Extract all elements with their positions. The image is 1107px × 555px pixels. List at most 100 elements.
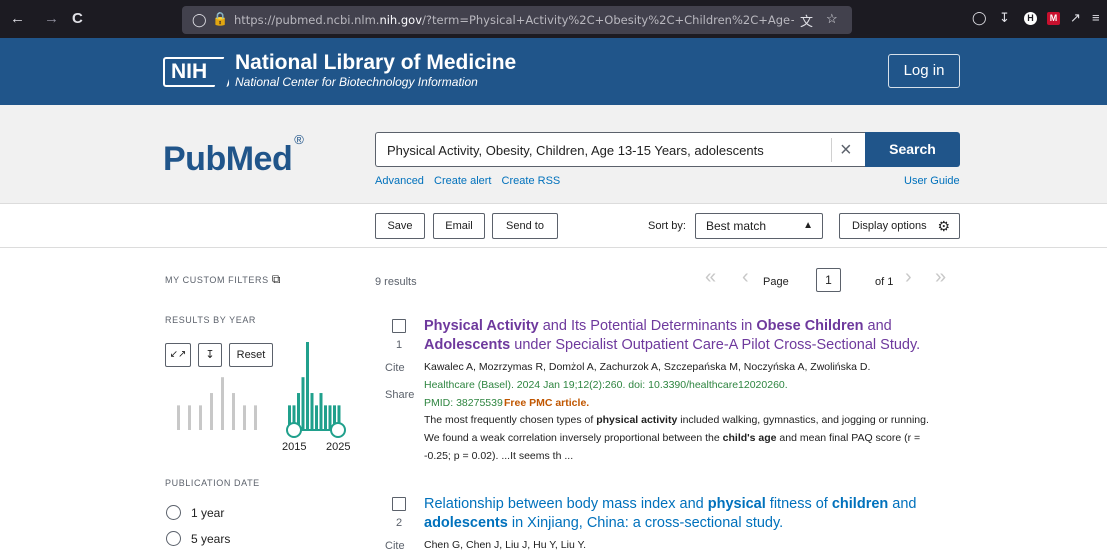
year-histogram[interactable]: [160, 330, 360, 455]
reload-icon[interactable]: C: [72, 10, 83, 28]
clear-icon[interactable]: ×: [831, 138, 852, 162]
first-page-icon[interactable]: «: [705, 266, 716, 289]
display-options-button[interactable]: Display options ⚙: [839, 213, 960, 239]
histogram-bar-unselected[interactable]: [199, 405, 202, 430]
external-link-icon: ⧉: [271, 272, 281, 286]
create-alert-link[interactable]: Create alert: [434, 175, 491, 187]
result-authors: Chen G, Chen J, Liu J, Hu Y, Liu Y.: [424, 539, 587, 551]
search-query: Physical Activity, Obesity, Children, Ag…: [387, 143, 764, 158]
site-subtitle: National Center for Biotechnology Inform…: [235, 75, 478, 89]
result-checkbox[interactable]: [392, 497, 406, 511]
site-title[interactable]: National Library of Medicine: [235, 51, 516, 75]
next-page-icon[interactable]: ›: [905, 266, 912, 289]
snippet-segment: The most frequently chosen types of: [424, 414, 597, 426]
menu-icon[interactable]: ≡: [1092, 10, 1100, 25]
histogram-bar-selected[interactable]: [324, 405, 327, 430]
title-segment: adolescents: [424, 515, 508, 531]
pubmed-logo[interactable]: PubMed®: [163, 132, 304, 179]
radio-5-years[interactable]: [166, 531, 181, 546]
search-button[interactable]: Search: [865, 132, 960, 167]
page-label: Page: [763, 276, 789, 288]
histogram-bar-selected[interactable]: [301, 377, 305, 430]
login-button[interactable]: Log in: [888, 54, 960, 88]
result-authors: Kawalec A, Mozrzymas R, Domżol A, Zachur…: [424, 361, 871, 373]
cite-link[interactable]: Cite: [385, 540, 405, 552]
results-count: 9 results: [375, 276, 417, 288]
actions-bar: Save Email Send to Sort by: Best match ▲ …: [0, 204, 1107, 248]
title-segment: and Its Potential Determinants in: [538, 318, 757, 334]
title-segment: under Specialist Outpatient Care-A Pilot…: [510, 337, 921, 353]
last-page-icon[interactable]: »: [935, 266, 946, 289]
gear-icon: ⚙: [937, 218, 950, 234]
sort-select[interactable]: Best match ▲: [695, 213, 823, 239]
extension-h-icon[interactable]: H: [1024, 12, 1037, 25]
histogram-bar-unselected[interactable]: [177, 405, 180, 430]
share-icon[interactable]: ↗: [1070, 10, 1081, 26]
year-start-label: 2015: [282, 441, 307, 453]
search-input[interactable]: Physical Activity, Obesity, Children, Ag…: [375, 132, 865, 167]
range-start-handle[interactable]: [286, 422, 302, 438]
histogram-bar-unselected[interactable]: [188, 405, 191, 430]
user-guide-link[interactable]: User Guide: [904, 175, 960, 187]
custom-filters-heading[interactable]: MY CUSTOM FILTERS ⧉: [165, 272, 281, 287]
title-segment: and: [863, 318, 892, 334]
title-segment: Obese Children: [756, 318, 864, 334]
address-bar[interactable]: ◯ 🔒 https://pubmed.ncbi.nlm.nih.gov/?ter…: [182, 6, 852, 34]
nih-header: NIH National Library of Medicine Nationa…: [0, 38, 1107, 105]
result-title[interactable]: Relationship between body mass index and…: [424, 495, 924, 533]
histogram-bar-selected[interactable]: [306, 342, 309, 430]
histogram-bar-selected[interactable]: [319, 393, 323, 430]
download-icon[interactable]: ↧: [999, 10, 1010, 26]
extension-red-icon[interactable]: M: [1047, 12, 1060, 25]
save-button[interactable]: Save: [375, 213, 425, 239]
snippet-segment: physical activity: [596, 414, 678, 426]
year-end-label: 2025: [326, 441, 351, 453]
advanced-link[interactable]: Advanced: [375, 175, 424, 187]
shield-icon: ◯: [192, 12, 207, 27]
result-pmid: PMID: 38275539: [424, 397, 503, 409]
sort-arrows-icon: ▲: [803, 220, 813, 231]
result-number: 2: [396, 517, 403, 529]
radio-1-year[interactable]: [166, 505, 181, 520]
results-by-year-heading: RESULTS BY YEAR: [165, 315, 257, 325]
histogram-bar-unselected[interactable]: [254, 405, 257, 430]
title-segment: physical: [707, 496, 766, 512]
title-segment: Physical Activity: [424, 318, 539, 334]
histogram-bar-selected[interactable]: [315, 405, 318, 430]
search-band: PubMed® Physical Activity, Obesity, Chil…: [0, 105, 1107, 204]
create-rss-link[interactable]: Create RSS: [502, 175, 561, 187]
result-checkbox[interactable]: [392, 319, 406, 333]
range-end-handle[interactable]: [330, 422, 346, 438]
result-snippet: The most frequently chosen types of phys…: [424, 411, 944, 465]
result-title[interactable]: Physical Activity and Its Potential Dete…: [424, 317, 924, 355]
radio-1-year-label[interactable]: 1 year: [191, 506, 224, 520]
browser-toolbar: ← → C ◯ 🔒 https://pubmed.ncbi.nlm.nih.go…: [0, 0, 1107, 38]
page-of-label: of 1: [875, 276, 894, 288]
title-segment: fitness of: [765, 496, 832, 512]
histogram-bar-unselected[interactable]: [243, 405, 246, 430]
share-link[interactable]: Share: [385, 389, 414, 401]
pocket-icon[interactable]: ◯: [972, 10, 987, 26]
translate-icon[interactable]: 文: [800, 11, 813, 30]
email-button[interactable]: Email: [433, 213, 485, 239]
result-number: 1: [396, 339, 403, 351]
result-journal: Healthcare (Basel). 2024 Jan 19;12(2):26…: [424, 379, 788, 391]
cite-link[interactable]: Cite: [385, 362, 405, 374]
radio-5-years-label[interactable]: 5 years: [191, 532, 230, 546]
send-to-button[interactable]: Send to: [492, 213, 558, 239]
bookmark-star-icon[interactable]: ☆: [826, 11, 838, 27]
histogram-bar-unselected[interactable]: [210, 393, 213, 430]
histogram-bar-selected[interactable]: [310, 393, 314, 430]
title-segment: children: [831, 496, 889, 512]
page-number-input[interactable]: 1: [816, 268, 841, 292]
prev-page-icon[interactable]: ‹: [742, 266, 749, 289]
free-pmc-badge[interactable]: Free PMC article.: [504, 397, 589, 409]
url-text: https://pubmed.ncbi.nlm.nih.gov/?term=Ph…: [234, 13, 794, 27]
nih-logo[interactable]: NIH: [163, 57, 229, 87]
histogram-bar-unselected[interactable]: [232, 393, 235, 430]
title-segment: Relationship between body mass index and: [424, 496, 708, 512]
forward-icon[interactable]: →: [44, 10, 59, 28]
snippet-segment: child's age: [722, 432, 777, 444]
back-icon[interactable]: ←: [10, 10, 25, 28]
histogram-bar-unselected[interactable]: [221, 377, 224, 430]
